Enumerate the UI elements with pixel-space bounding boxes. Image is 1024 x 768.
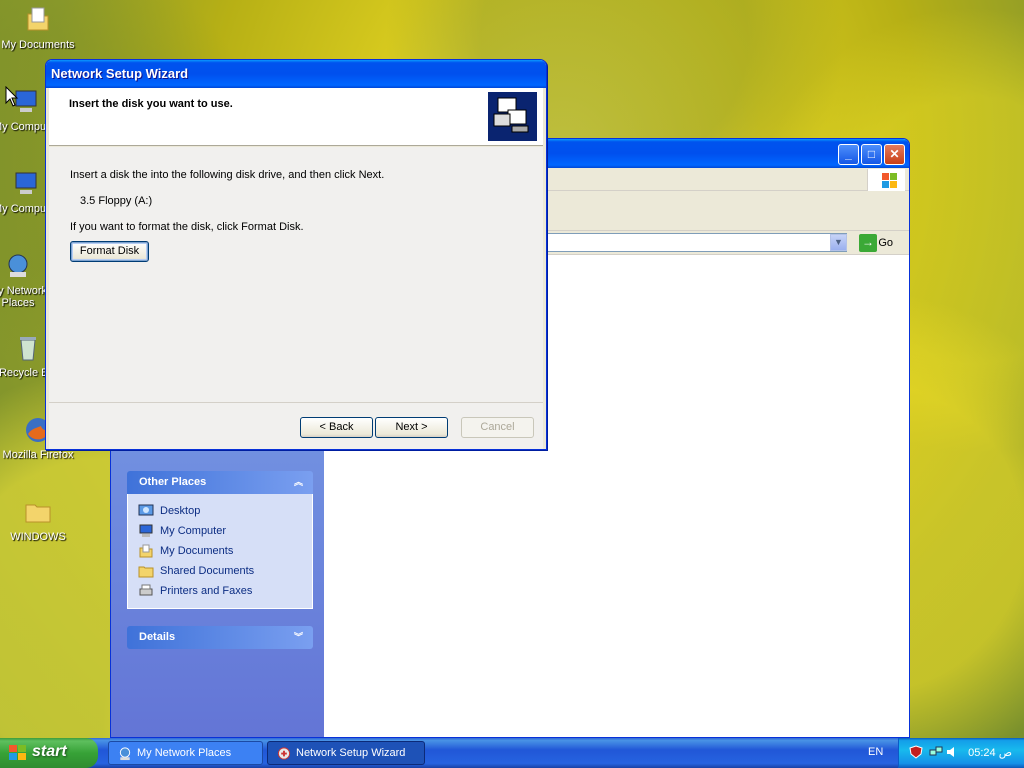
computer-icon bbox=[139, 524, 153, 537]
details-box: Details ︾ bbox=[127, 626, 313, 649]
maximize-button[interactable]: □ bbox=[861, 144, 882, 165]
details-header[interactable]: Details ︾ bbox=[127, 626, 313, 649]
printer-icon bbox=[139, 584, 153, 596]
documents-folder-icon bbox=[139, 544, 153, 558]
taskbar-item-my-network-places[interactable]: My Network Places bbox=[108, 741, 263, 765]
start-button[interactable]: start bbox=[0, 738, 98, 768]
next-button[interactable]: Next > bbox=[375, 417, 448, 438]
security-shield-icon[interactable] bbox=[909, 745, 923, 759]
back-button[interactable]: < Back bbox=[300, 417, 373, 438]
minimize-button[interactable]: _ bbox=[838, 144, 859, 165]
other-places-printers-and-faxes[interactable]: Printers and Faxes bbox=[138, 581, 302, 601]
desktop-icon-label: Mozilla Firefox bbox=[2, 449, 74, 461]
other-places-label: My Documents bbox=[160, 545, 234, 557]
other-places-my-computer[interactable]: My Computer bbox=[138, 521, 302, 541]
other-places-list: Desktop My Computer My Documents Shared … bbox=[127, 494, 313, 609]
network-connections-icon[interactable] bbox=[929, 745, 943, 759]
network-computers-icon bbox=[488, 92, 537, 141]
desktop-icon-my-network-places[interactable]: My Network Places bbox=[0, 250, 50, 309]
folder-icon bbox=[138, 566, 154, 578]
language-indicator[interactable]: EN bbox=[868, 746, 883, 758]
wizard-title: Network Setup Wizard bbox=[51, 66, 189, 81]
start-label: start bbox=[32, 743, 67, 760]
wizard-body: Insert a disk the into the following dis… bbox=[49, 147, 543, 402]
taskbar-item-network-setup-wizard[interactable]: Network Setup Wizard bbox=[267, 741, 425, 765]
other-places-label: Shared Documents bbox=[160, 565, 255, 577]
network-setup-wizard-dialog: Network Setup Wizard Insert the disk you… bbox=[45, 59, 547, 450]
wizard-titlebar[interactable]: Network Setup Wizard bbox=[46, 60, 546, 88]
other-places-box: Other Places ︽ Desktop My Computer My Do… bbox=[127, 471, 313, 609]
format-hint: If you want to format the disk, click Fo… bbox=[70, 221, 304, 233]
documents-folder-icon bbox=[27, 7, 49, 31]
other-places-header[interactable]: Other Places ︽ bbox=[127, 471, 313, 494]
details-title: Details bbox=[139, 631, 176, 643]
taskbar: start My Network Places Network Setup Wi… bbox=[0, 738, 1024, 768]
desktop-icon-windows-folder[interactable]: WINDOWS bbox=[0, 496, 76, 543]
cancel-button[interactable]: Cancel bbox=[461, 417, 534, 438]
folder-icon bbox=[25, 504, 51, 523]
collapse-chevron-icon[interactable]: ︽ bbox=[292, 476, 305, 489]
desktop-icon-label: WINDOWS bbox=[10, 531, 66, 543]
format-disk-button[interactable]: Format Disk bbox=[70, 241, 149, 262]
desktop-icon-label: My Documents bbox=[1, 39, 75, 51]
desktop-icon-label: My Network Places bbox=[0, 285, 48, 309]
desktop-icon bbox=[138, 504, 154, 516]
other-places-label: My Computer bbox=[160, 525, 227, 537]
volume-icon[interactable] bbox=[945, 745, 959, 759]
system-tray: 05:24 ص bbox=[898, 738, 1024, 768]
close-button[interactable]: ✕ bbox=[884, 144, 905, 165]
other-places-label: Printers and Faxes bbox=[160, 585, 253, 597]
wizard-instruction: Insert a disk the into the following dis… bbox=[70, 169, 385, 181]
computer-icon bbox=[15, 172, 37, 194]
other-places-my-documents[interactable]: My Documents bbox=[138, 541, 302, 561]
mouse-cursor-icon bbox=[5, 86, 19, 107]
go-button-label[interactable]: Go bbox=[878, 237, 893, 249]
clock[interactable]: 05:24 ص bbox=[968, 746, 1012, 759]
drive-name: 3.5 Floppy (A:) bbox=[80, 195, 153, 207]
taskbar-item-label: Network Setup Wizard bbox=[296, 747, 406, 759]
taskbar-item-label: My Network Places bbox=[137, 747, 232, 759]
other-places-desktop[interactable]: Desktop bbox=[138, 501, 302, 521]
wizard-header-title: Insert the disk you want to use. bbox=[69, 98, 233, 110]
go-arrow-icon[interactable]: → bbox=[859, 234, 877, 252]
other-places-label: Desktop bbox=[160, 505, 201, 517]
network-places-icon bbox=[8, 254, 28, 277]
windows-logo-icon bbox=[867, 169, 905, 191]
wizard-footer: < Back Next > Cancel bbox=[49, 402, 543, 449]
windows-logo-icon bbox=[9, 745, 27, 761]
network-setup-wizard-icon bbox=[277, 747, 291, 760]
expand-chevron-icon[interactable]: ︾ bbox=[292, 631, 305, 644]
recycle-bin-icon bbox=[20, 337, 36, 361]
network-places-icon bbox=[119, 747, 131, 761]
other-places-shared-documents[interactable]: Shared Documents bbox=[138, 561, 302, 581]
wizard-header: Insert the disk you want to use. bbox=[49, 88, 543, 146]
desktop-icon-my-documents[interactable]: My Documents bbox=[0, 4, 76, 51]
address-dropdown-button[interactable]: ▼ bbox=[830, 234, 847, 251]
other-places-title: Other Places bbox=[139, 476, 207, 488]
